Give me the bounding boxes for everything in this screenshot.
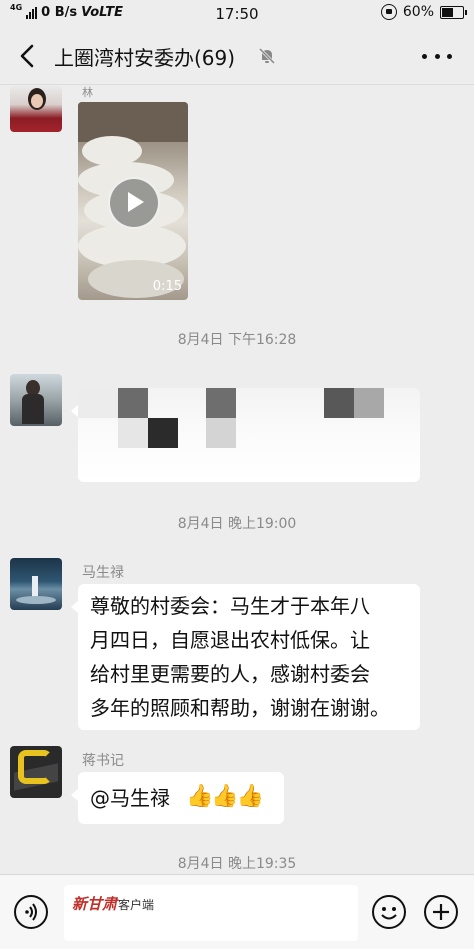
video-message[interactable]: 0:15: [78, 102, 188, 300]
pixel-block: [206, 418, 236, 448]
more-functions-button[interactable]: [424, 895, 458, 929]
avatar[interactable]: [10, 374, 62, 426]
pixel-block: [148, 418, 178, 448]
pixel-block: [354, 388, 384, 418]
battery-level: [442, 7, 453, 17]
pixel-block: [324, 388, 354, 418]
message-bubble[interactable]: 尊敬的村委会：马生才于本年八 月四日，自愿退出农村低保。让 给村里更需要的人，感…: [71, 584, 420, 730]
input-bar: 新甘肃 客户端: [0, 874, 474, 949]
pixel-block: [206, 388, 236, 418]
status-right: 60%: [380, 4, 467, 20]
voice-icon: [25, 903, 37, 921]
timestamp: 8月4日 下午16:28: [177, 332, 297, 348]
sender-name: 马生禄: [82, 565, 124, 581]
more-options-icon[interactable]: [422, 46, 452, 66]
message-line: 给村里更需要的人，感谢村委会: [90, 662, 370, 686]
plus-icon: [433, 904, 449, 920]
thumbs-up-emoji: 👍👍👍: [186, 784, 264, 809]
pixel-block: [118, 388, 148, 418]
message-bubble[interactable]: @马生禄 👍👍👍: [71, 772, 284, 824]
avatar[interactable]: [10, 86, 62, 132]
status-bar: 4G 0 B/s VoLTE 17:50 60%: [0, 0, 474, 28]
pixel-block: [78, 388, 118, 418]
mention-text: @马生禄: [90, 786, 170, 810]
sender-name: 蒋书记: [82, 753, 124, 769]
avatar[interactable]: [10, 558, 62, 610]
watermark-caption: 客户端: [118, 898, 155, 912]
message-text: 尊敬的村委会：马生才于本年八 月四日，自愿退出农村低保。让 给村里更需要的人，感…: [90, 589, 390, 725]
avatar[interactable]: [10, 746, 62, 798]
message-input[interactable]: 新甘肃 客户端: [64, 885, 358, 941]
play-icon[interactable]: [108, 177, 160, 229]
pixel-block: [118, 418, 148, 448]
timestamp: 8月4日 晚上19:00: [177, 516, 297, 532]
message-line: 月四日，自愿退出农村低保。让: [90, 628, 370, 652]
smiley-icon: [381, 907, 397, 920]
chat-title: 上圈湾村安委办(69): [54, 46, 236, 70]
redacted-message-bubble[interactable]: [71, 388, 420, 482]
voice-input-button[interactable]: [14, 895, 48, 929]
message-line: 尊敬的村委会：马生才于本年八: [90, 594, 370, 618]
battery-icon: [440, 5, 467, 19]
mute-bell-icon: [258, 47, 276, 65]
timestamp: 8月4日 晚上19:35: [177, 856, 297, 872]
rotation-lock-icon: [380, 4, 397, 20]
message-line: 多年的照顾和帮助，谢谢在谢谢。: [90, 696, 390, 720]
battery-percent: 60%: [402, 4, 434, 20]
chat-header: 上圈湾村安委办(69): [0, 28, 474, 85]
back-icon[interactable]: [18, 44, 38, 68]
video-duration: 0:15: [152, 279, 182, 294]
sender-name: 林: [82, 86, 93, 99]
emoji-button[interactable]: [372, 895, 406, 929]
watermark-logo: 新甘肃: [72, 895, 118, 913]
